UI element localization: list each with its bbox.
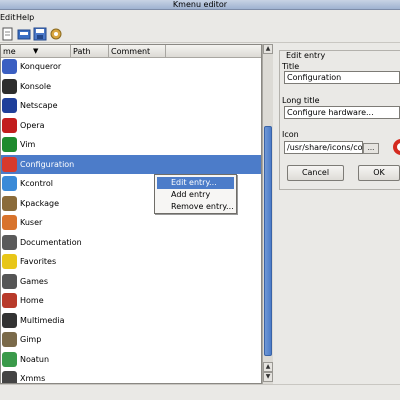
- tree-row-netscape[interactable]: Netscape: [1, 96, 261, 116]
- long-title-label: Long title: [282, 96, 320, 105]
- tree-row-label: Xmms: [20, 374, 46, 383]
- tree-row-opera[interactable]: Opera: [1, 116, 261, 136]
- edit-panel: Edit entry Title Configuration Long titl…: [276, 44, 400, 384]
- tree-row-label: Kcontrol: [20, 179, 53, 188]
- tree-row-multimedia[interactable]: Multimedia: [1, 311, 261, 331]
- netscape-icon: [2, 98, 17, 113]
- tree-scrollbar[interactable]: ▲ ▲ ▼: [262, 44, 273, 384]
- tree-row-label: Favorites: [20, 257, 57, 266]
- icon-preview: [392, 138, 400, 156]
- tree-row-konsole[interactable]: Konsole: [1, 77, 261, 97]
- tree-row-label: Kuser: [20, 218, 43, 227]
- games-icon: [2, 273, 17, 289]
- opera-icon: [2, 117, 17, 133]
- browse-icon-button[interactable]: ...: [363, 143, 379, 154]
- tree-row-noatun[interactable]: Noatun: [1, 350, 261, 370]
- scrollbar-thumb[interactable]: [264, 126, 272, 356]
- tree-row-label: Multimedia: [20, 315, 65, 325]
- tree-row-konqueror[interactable]: Konqueror: [1, 57, 261, 77]
- documentation-icon: [2, 234, 17, 250]
- tree-row-configuration[interactable]: Configuration: [1, 154, 261, 174]
- menu-tree[interactable]: me ▼ Path Comment Konqueror Konsole Netsca…: [0, 44, 262, 384]
- tree-row-kuser[interactable]: Kuser: [1, 213, 261, 233]
- tree-row-label: Vim: [20, 140, 36, 149]
- icon-label: Icon: [282, 130, 299, 139]
- configuration-icon: [2, 156, 17, 172]
- konsole-icon: [2, 78, 17, 94]
- tree-row-label: Kpackage: [20, 198, 60, 208]
- tree-row-label: Games: [20, 276, 48, 286]
- tree-row-label: Noatun: [20, 354, 50, 364]
- save-icon[interactable]: [33, 27, 47, 41]
- tree-row-label: Opera: [20, 120, 45, 130]
- tree-row-documentation[interactable]: Documentation: [1, 233, 261, 253]
- xmms-icon: [2, 371, 17, 383]
- kpackage-icon: [2, 195, 17, 211]
- menubar: Edit Help: [0, 11, 400, 25]
- cancel-button[interactable]: Cancel: [287, 165, 344, 181]
- home-icon: [2, 293, 17, 308]
- vim-icon: [2, 137, 17, 152]
- tree-row-label: Netscape: [20, 101, 58, 110]
- context-add-entry[interactable]: Add entry: [157, 189, 234, 201]
- ok-button[interactable]: OK: [358, 165, 400, 181]
- context-edit-entry[interactable]: Edit entry...: [157, 177, 234, 189]
- tree-row-label: Home: [20, 296, 44, 305]
- new-icon[interactable]: [1, 27, 15, 41]
- tree-row-label: Documentation: [20, 237, 82, 247]
- scroll-up-lower-icon[interactable]: ▲: [263, 362, 273, 372]
- tree-row-games[interactable]: Games: [1, 272, 261, 292]
- tree-row-vim[interactable]: Vim: [1, 135, 261, 155]
- window-title: Kmenu editor: [172, 0, 228, 9]
- kuser-icon: [2, 215, 17, 230]
- group-title: Edit entry: [285, 51, 327, 61]
- open-icon[interactable]: [17, 27, 31, 41]
- tree-row-label: Gimp: [20, 335, 42, 344]
- scroll-up-icon[interactable]: ▲: [263, 44, 273, 54]
- title-field[interactable]: Configuration: [284, 71, 400, 84]
- noatun-icon: [2, 351, 17, 367]
- tree-row-gimp[interactable]: Gimp: [1, 330, 261, 350]
- gimp-icon: [2, 332, 17, 347]
- konqueror-icon: [2, 59, 17, 74]
- multimedia-icon: [2, 312, 17, 328]
- scroll-down-icon[interactable]: ▼: [263, 372, 273, 382]
- settings-icon[interactable]: [49, 27, 63, 41]
- favorites-icon: [2, 254, 17, 269]
- tree-row-favorites[interactable]: Favorites: [1, 252, 261, 272]
- bottom-bar: [0, 384, 400, 400]
- menu-help[interactable]: Help: [16, 12, 34, 24]
- menu-edit[interactable]: Edit: [0, 12, 16, 24]
- long-title-field[interactable]: Configure hardware...: [284, 106, 400, 119]
- tree-row-label: Konqueror: [20, 62, 62, 71]
- icon-path-field[interactable]: /usr/share/icons/confi: [284, 141, 363, 154]
- tree-row-home[interactable]: Home: [1, 291, 261, 311]
- window-titlebar: Kmenu editor: [0, 0, 400, 10]
- kcontrol-icon: [2, 176, 17, 191]
- context-remove-entry[interactable]: Remove entry...: [157, 201, 234, 213]
- tree-row-label: Konsole: [20, 81, 52, 91]
- toolbar: [0, 25, 400, 43]
- context-menu: Edit entry... Add entry Remove entry...: [154, 174, 237, 214]
- tree-row-xmms[interactable]: Xmms: [1, 369, 261, 383]
- tree-row-label: Configuration: [20, 159, 75, 169]
